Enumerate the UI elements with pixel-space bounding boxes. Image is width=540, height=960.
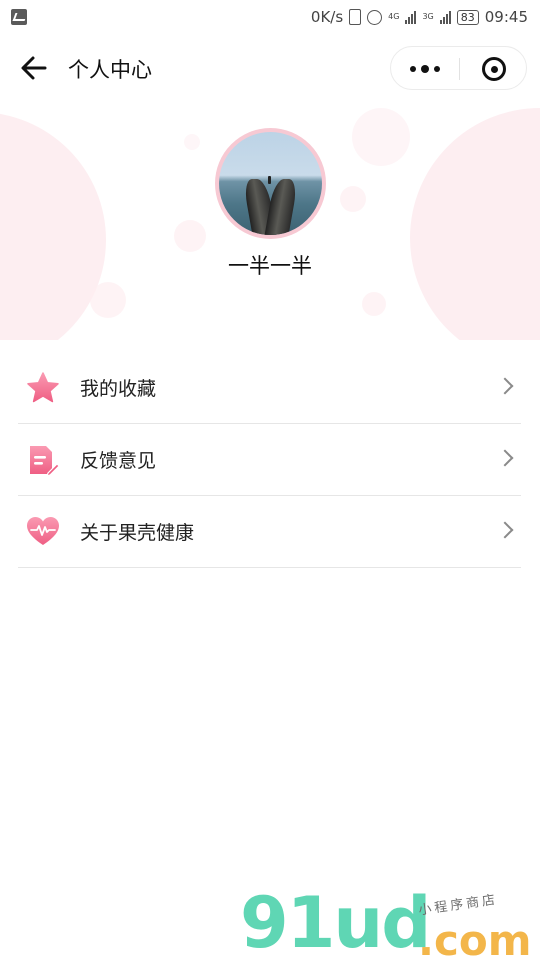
- clock: 09:45: [484, 8, 528, 26]
- signal-3g-icon: [439, 10, 451, 24]
- gallery-notification-icon: [11, 9, 27, 25]
- status-bar: 0K/s 4G 3G 83 09:45: [0, 0, 540, 34]
- menu-item-label: 关于果壳健康: [80, 522, 195, 544]
- decor-bubble-small: [362, 292, 386, 316]
- avatar-photo: [219, 132, 322, 235]
- decor-bubble-right: [410, 108, 540, 340]
- menu-item-feedback[interactable]: 反馈意见: [18, 424, 521, 496]
- more-dots-icon: [410, 66, 416, 72]
- menu-item-label: 我的收藏: [80, 378, 157, 400]
- target-close-icon: [482, 57, 506, 81]
- status-bar-right: 0K/s 4G 3G 83 09:45: [311, 0, 528, 34]
- network-4g-label: 4G: [388, 12, 400, 21]
- decor-bubble-small: [90, 282, 126, 318]
- heart-pulse-icon: [27, 517, 59, 545]
- nav-bar: 个人中心: [0, 34, 540, 100]
- chevron-right-icon: [496, 449, 514, 467]
- profile-header: 一半一半: [0, 100, 540, 340]
- net-speed: 0K/s: [310, 8, 344, 26]
- network-3g-label: 3G: [422, 12, 434, 21]
- decor-bubble-small: [174, 220, 206, 252]
- watermark-sub: .com: [418, 916, 532, 960]
- back-button[interactable]: [20, 54, 48, 82]
- page-title: 个人中心: [68, 58, 152, 82]
- signal-4g-icon: [405, 10, 417, 24]
- battery-level: 83: [456, 9, 479, 25]
- username: 一半一半: [228, 254, 312, 278]
- vibrate-icon: [349, 9, 362, 25]
- decor-bubble-small: [184, 134, 200, 150]
- watermark-main: 91ud: [240, 882, 431, 960]
- close-button[interactable]: [460, 47, 528, 91]
- feedback-document-icon: [30, 446, 60, 477]
- site-watermark: 91ud 小程序商店 .com: [240, 888, 540, 960]
- star-icon: [27, 372, 59, 403]
- menu-item-about[interactable]: 关于果壳健康: [18, 496, 521, 568]
- chevron-right-icon: [496, 521, 514, 539]
- decor-bubble-small: [340, 186, 366, 212]
- more-button[interactable]: [391, 47, 459, 91]
- mini-program-capsule: [390, 46, 527, 90]
- alarm-icon: [367, 9, 383, 25]
- avatar[interactable]: [215, 128, 326, 239]
- menu-list: 我的收藏 反馈意见 关于果壳健康: [18, 352, 521, 568]
- menu-item-favorites[interactable]: 我的收藏: [18, 352, 521, 424]
- chevron-right-icon: [496, 377, 514, 395]
- decor-bubble-small: [352, 108, 410, 166]
- arrow-left-icon: [21, 56, 47, 80]
- menu-item-label: 反馈意见: [80, 450, 157, 472]
